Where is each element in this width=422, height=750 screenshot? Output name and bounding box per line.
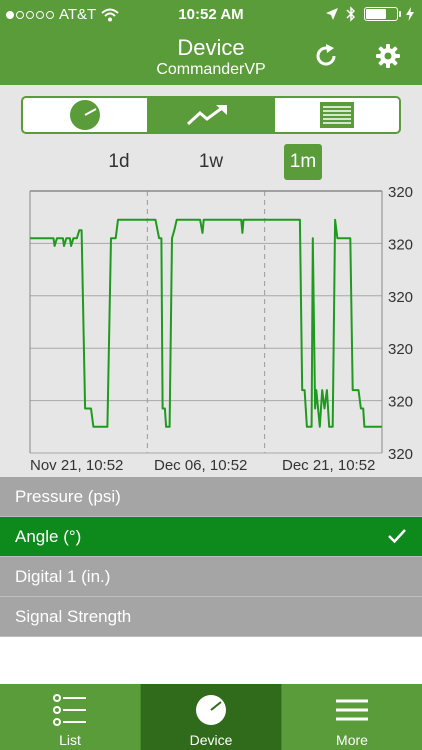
- y-tick-label: 320: [388, 184, 413, 201]
- line-chart: 320 320 320 320 320 320: [29, 184, 413, 463]
- y-tick-label: 320: [388, 289, 413, 306]
- gear-icon: [376, 44, 400, 68]
- list-item-label: Digital 1 (in.): [15, 567, 111, 586]
- y-tick-label: 320: [388, 394, 413, 411]
- chart-panel: 1d 1w 1m 320 320 320 320 320 320 Nov 21, 10:5…: [0, 85, 422, 477]
- tab-device[interactable]: Device: [140, 684, 281, 750]
- tab-label: Device: [189, 732, 233, 748]
- tab-label: List: [59, 732, 81, 748]
- y-tick-label: 320: [388, 446, 413, 463]
- header: AT&T 10:52 AM Device CommanderVP: [0, 0, 422, 85]
- device-name: CommanderVP: [156, 61, 266, 78]
- list-item-signal-strength[interactable]: Signal Strength: [0, 597, 422, 637]
- x-tick-label: Nov 21, 10:52: [30, 457, 124, 474]
- list-item-digital-1[interactable]: Digital 1 (in.): [0, 557, 422, 597]
- page-title: Device: [177, 35, 245, 60]
- tab-more[interactable]: More: [281, 684, 422, 750]
- y-tick-label: 320: [388, 341, 413, 358]
- x-tick-label: Dec 21, 10:52: [282, 457, 376, 474]
- menu-icon: [336, 699, 368, 721]
- refresh-icon: [316, 44, 336, 66]
- list-icon: [53, 694, 86, 726]
- tab-label: More: [336, 732, 368, 748]
- list-item-label: Signal Strength: [15, 607, 132, 626]
- list-item-pressure[interactable]: Pressure (psi): [0, 477, 422, 517]
- list-item-angle[interactable]: Angle (°): [0, 517, 422, 557]
- y-tick-label: 320: [388, 236, 413, 253]
- bluetooth-icon: [346, 6, 356, 22]
- refresh-button[interactable]: [310, 40, 342, 72]
- status-bar: AT&T 10:52 AM: [0, 0, 422, 28]
- gauge-icon: [196, 695, 226, 725]
- tab-bar: List Device More: [0, 684, 422, 750]
- x-tick-label: Dec 06, 10:52: [154, 457, 248, 474]
- list-item-label: Angle (°): [15, 527, 82, 546]
- location-icon: [326, 8, 338, 20]
- tab-list[interactable]: List: [0, 684, 140, 750]
- list-item-label: Pressure (psi): [15, 487, 121, 506]
- battery-icon: [364, 7, 401, 21]
- checkmark-icon: [388, 529, 406, 544]
- settings-button[interactable]: [372, 40, 404, 72]
- measurement-list: Pressure (psi) Angle (°) Digital 1 (in.)…: [0, 477, 422, 637]
- charging-icon: [406, 7, 414, 21]
